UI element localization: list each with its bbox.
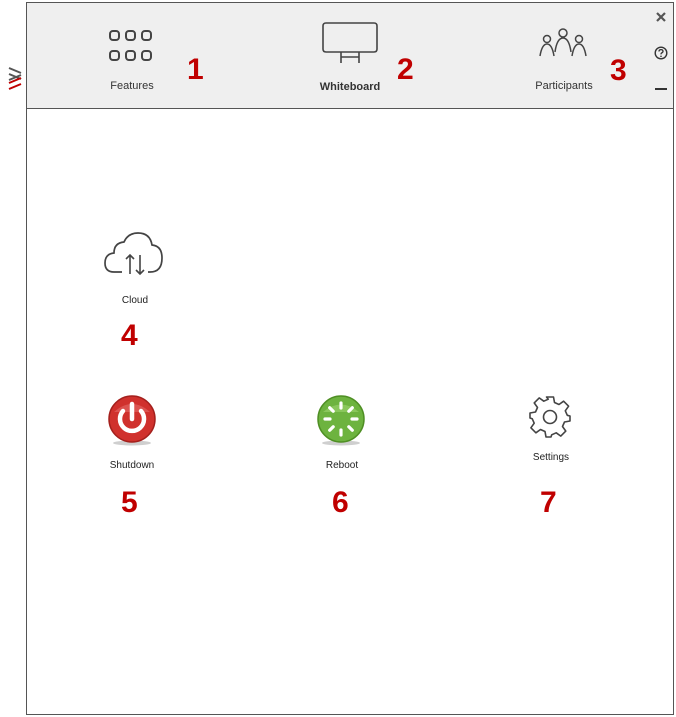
- participants-button[interactable]: Participants: [519, 3, 609, 107]
- participants-icon: [539, 28, 587, 57]
- reboot-tile[interactable]: Reboot: [302, 390, 382, 474]
- reboot-icon: [317, 395, 365, 446]
- power-icon: [108, 395, 156, 446]
- callout-4: 4: [121, 319, 138, 352]
- settings-tile[interactable]: Settings: [511, 392, 591, 474]
- left-strip: [3, 2, 27, 715]
- gear-icon: [529, 396, 571, 438]
- cloud-icon: [104, 232, 163, 276]
- callout-5: 5: [121, 486, 138, 519]
- whiteboard-icon: [322, 22, 378, 63]
- help-icon[interactable]: [654, 46, 668, 60]
- shutdown-tile[interactable]: Shutdown: [92, 390, 172, 474]
- callout-3: 3: [610, 54, 627, 87]
- callout-1: 1: [187, 53, 204, 86]
- brand-logo[interactable]: [6, 66, 24, 92]
- whiteboard-button[interactable]: Whiteboard: [303, 3, 397, 107]
- reboot-label: Reboot: [325, 460, 359, 471]
- close-icon[interactable]: [655, 11, 667, 23]
- callout-2: 2: [397, 53, 414, 86]
- callout-6: 6: [332, 486, 349, 519]
- cloud-tile[interactable]: Cloud: [92, 225, 178, 309]
- grid-icon: [109, 30, 152, 61]
- participants-label: Participants: [535, 80, 593, 92]
- whiteboard-label: Whiteboard: [319, 81, 381, 93]
- minimize-icon[interactable]: [655, 87, 667, 91]
- features-label: Features: [110, 80, 154, 92]
- cloud-label: Cloud: [121, 295, 149, 306]
- callout-7: 7: [540, 486, 557, 519]
- shutdown-label: Shutdown: [109, 460, 155, 471]
- top-toolbar: Features 1 Whiteboard 2 Participants 3: [27, 3, 673, 109]
- features-button[interactable]: Features: [89, 3, 175, 107]
- settings-label: Settings: [532, 452, 570, 463]
